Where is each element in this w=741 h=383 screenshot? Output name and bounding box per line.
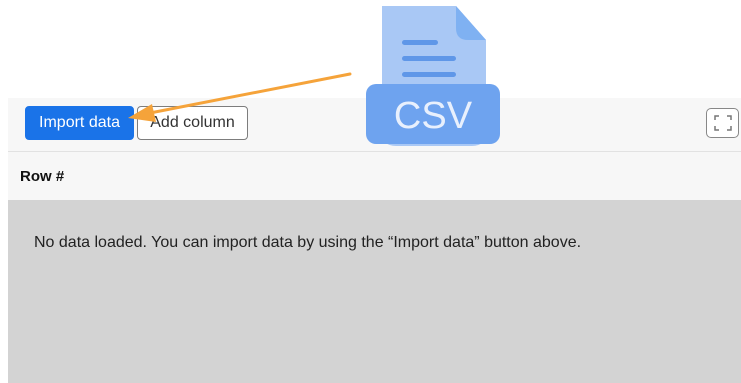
csv-file-icon: CSV bbox=[366, 6, 500, 146]
expand-button[interactable] bbox=[706, 108, 739, 138]
csv-label: CSV bbox=[394, 95, 473, 137]
empty-state-message: No data loaded. You can import data by u… bbox=[34, 234, 582, 251]
add-column-button[interactable]: Add column bbox=[137, 106, 248, 140]
expand-icon bbox=[713, 115, 732, 131]
import-data-button[interactable]: Import data bbox=[25, 106, 134, 140]
empty-table-area: No data loaded. You can import data by u… bbox=[8, 200, 741, 383]
column-header-row-number: Row # bbox=[20, 167, 65, 185]
table-header-row: Row # bbox=[8, 152, 741, 200]
